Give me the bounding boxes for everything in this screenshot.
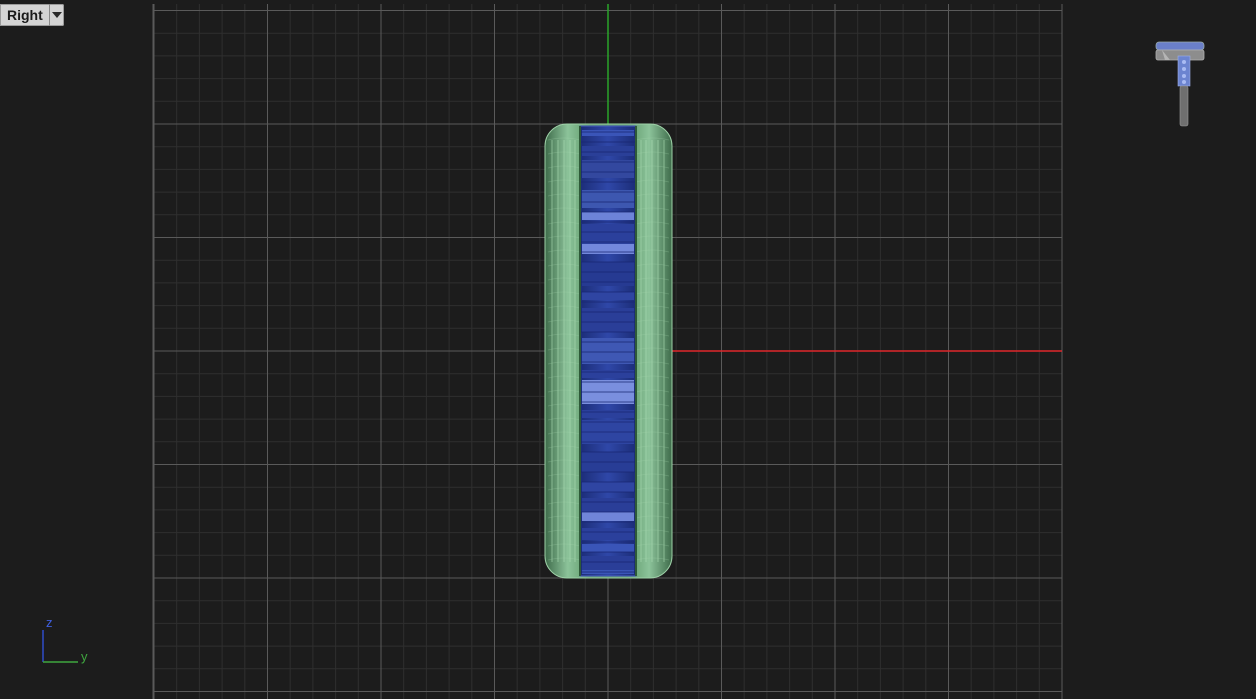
view-name-label[interactable]: Right: [0, 4, 49, 26]
axis-widget-y-label: y: [81, 649, 88, 664]
view-name-tab[interactable]: Right: [0, 4, 64, 26]
axis-widget-z-label: z: [46, 615, 53, 630]
wheel-model[interactable]: [544, 123, 673, 579]
right-viewport[interactable]: z y Right: [0, 0, 1256, 699]
rim-bands: [581, 130, 635, 574]
model-preview-icon[interactable]: [1155, 41, 1205, 127]
chevron-down-icon[interactable]: [48, 4, 64, 26]
viewport-scene[interactable]: z y: [0, 0, 1256, 699]
axis-widget: z y: [42, 615, 88, 664]
